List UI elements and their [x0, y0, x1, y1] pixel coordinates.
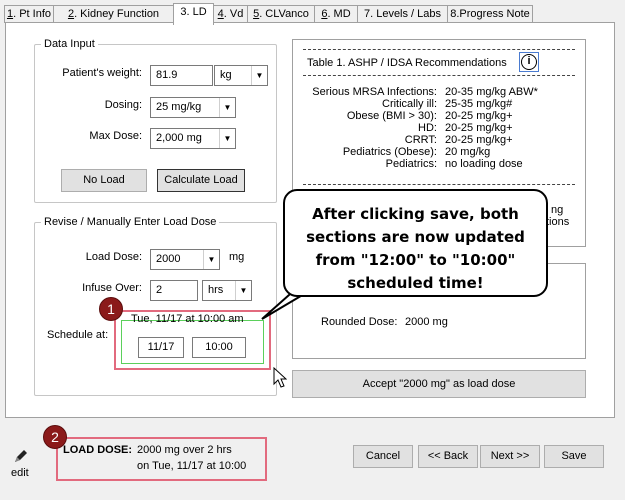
back-button[interactable]: << Back: [418, 445, 478, 468]
next-button[interactable]: Next >>: [480, 445, 540, 468]
no-load-button[interactable]: No Load: [61, 169, 147, 192]
chevron-down-icon: ▼: [203, 250, 219, 269]
schedule-date-input[interactable]: 11/17: [138, 337, 184, 358]
table-row: Serious MRSA Infections: 20-35 mg/kg ABW*: [312, 86, 538, 98]
chevron-down-icon: ▼: [251, 66, 267, 85]
infuse-input[interactable]: 2: [150, 280, 198, 301]
tab-md[interactable]: 6. MD: [314, 5, 358, 23]
table-row: CRRT: 20-25 mg/kg+: [404, 134, 513, 146]
table-row: Pediatrics (Obese): 20 mg/kg: [342, 146, 491, 158]
divider: [303, 184, 575, 185]
table-row: Obese (BMI > 30): 20-25 mg/kg+: [346, 110, 513, 122]
tab-vd[interactable]: 4. Vd: [213, 5, 248, 23]
infuse-label: Infuse Over:: [82, 282, 142, 294]
tab-levels-labs[interactable]: 7. Levels / Labs: [357, 5, 448, 23]
load-dose-label: Load Dose:: [85, 251, 142, 263]
pencil-icon[interactable]: [12, 447, 30, 465]
edit-label[interactable]: edit: [11, 467, 29, 479]
divider: [303, 49, 575, 50]
callout-line: scheduled time!: [347, 274, 484, 292]
max-dose-label: Max Dose:: [89, 130, 142, 142]
footnote-fragment: ng: [551, 204, 564, 216]
data-input-legend: Data Input: [44, 38, 95, 50]
tab-clvanco[interactable]: 5. CLVanco: [247, 5, 315, 23]
callout-line: from "12:00" to "10:00": [315, 251, 516, 269]
tab-kidney-function[interactable]: 2. Kidney Function: [53, 5, 174, 23]
weight-input[interactable]: 81.9: [150, 65, 213, 86]
table-row: HD: 20-25 mg/kg+: [418, 122, 513, 134]
max-dose-select[interactable]: 2,000 mg ▼: [150, 128, 236, 149]
load-dose-summary-line2: on Tue, 11/17 at 10:00: [137, 460, 247, 472]
recommendations-title: Table 1. ASHP / IDSA Recommendations: [307, 57, 507, 69]
callout-line: After clicking save, both: [312, 205, 519, 223]
cancel-button[interactable]: Cancel: [353, 445, 413, 468]
load-dose-summary-label: LOAD DOSE:: [63, 444, 133, 456]
dosing-select[interactable]: 25 mg/kg ▼: [150, 97, 236, 118]
step-badge-2: 2: [43, 425, 67, 449]
chevron-down-icon: ▼: [219, 98, 235, 117]
load-dose-unit: mg: [229, 251, 245, 263]
schedule-time-input[interactable]: 10:00: [192, 337, 246, 358]
load-dose-select[interactable]: 2000 ▼: [150, 249, 220, 270]
infuse-unit-select[interactable]: hrs ▼: [202, 280, 252, 301]
schedule-text: Tue, 11/17 at 10:00 am: [131, 313, 244, 325]
footnote-fragment: tions: [546, 216, 570, 228]
tab-pt-info[interactable]: 1. Pt Info: [4, 5, 54, 23]
divider: [303, 75, 575, 76]
chevron-down-icon: ▼: [219, 129, 235, 148]
revise-legend: Revise / Manually Enter Load Dose: [44, 216, 217, 228]
cursor-icon: [273, 367, 287, 388]
calculate-load-button[interactable]: Calculate Load: [157, 169, 245, 192]
callout-annotation: After clicking save, both sections are n…: [283, 189, 548, 297]
step-badge-1: 1: [99, 297, 123, 321]
load-dose-summary-line1: 2000 mg over 2 hrs: [137, 444, 232, 456]
table-row: Critically ill: 25-35 mg/kg#: [382, 98, 513, 110]
rounded-dose-value: 2000 mg: [405, 316, 448, 328]
rounded-dose-label: Rounded Dose:: [321, 316, 398, 328]
accept-load-dose-button[interactable]: Accept "2000 mg" as load dose: [292, 370, 586, 398]
tab-ld[interactable]: 3. LD: [173, 3, 214, 25]
weight-label: Patient's weight:: [62, 67, 142, 79]
info-icon[interactable]: i: [519, 52, 539, 72]
dosing-label: Dosing:: [104, 99, 142, 111]
save-button[interactable]: Save: [544, 445, 604, 468]
callout-line: sections are now updated: [306, 228, 525, 246]
weight-unit-select[interactable]: kg ▼: [214, 65, 268, 86]
schedule-label: Schedule at:: [47, 329, 109, 341]
chevron-down-icon: ▼: [235, 281, 251, 300]
tab-progress-note[interactable]: 8.Progress Note: [447, 5, 533, 23]
table-row: Pediatrics: no loading dose: [385, 158, 523, 170]
